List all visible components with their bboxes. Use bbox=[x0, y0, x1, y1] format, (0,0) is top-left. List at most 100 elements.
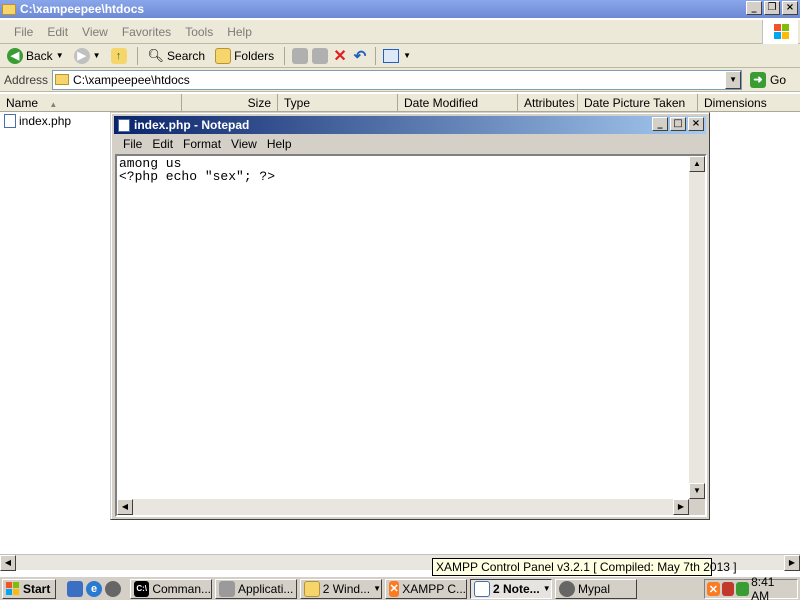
start-label: Start bbox=[23, 581, 51, 596]
xampp-tray-icon[interactable]: ✕ bbox=[707, 582, 720, 596]
taskbar-button-applications[interactable]: Applicati... bbox=[215, 578, 297, 599]
notepad-window: index.php - Notepad _ □ × File Edit Form… bbox=[110, 112, 710, 520]
taskbar-button-notepad[interactable]: 2 Note... ▼ bbox=[470, 578, 552, 599]
address-dropdown-button[interactable]: ▼ bbox=[725, 70, 742, 89]
search-button[interactable]: 🔍︎ Search bbox=[145, 46, 209, 66]
menu-help[interactable]: Help bbox=[221, 25, 258, 39]
taskbar-button-mypal[interactable]: Mypal bbox=[555, 578, 637, 599]
clock[interactable]: 8:41 AM bbox=[751, 575, 791, 600]
column-label: Dimensions bbox=[704, 96, 767, 110]
column-header-dimensions[interactable]: Dimensions bbox=[698, 94, 800, 112]
minimize-button[interactable]: _ bbox=[652, 117, 668, 131]
file-list: index.php bbox=[4, 113, 114, 129]
menu-edit[interactable]: Edit bbox=[147, 137, 178, 151]
views-icon[interactable] bbox=[383, 48, 400, 63]
taskbar: Start e C:\ Comman... Applicati... 2 Win… bbox=[0, 575, 800, 600]
chevron-down-icon[interactable]: ▼ bbox=[403, 51, 411, 60]
tray-app-icon[interactable] bbox=[721, 582, 735, 596]
delete-icon[interactable]: ✕ bbox=[332, 46, 348, 66]
scroll-left-button[interactable]: ◀ bbox=[117, 499, 133, 515]
folders-button[interactable]: Folders bbox=[212, 46, 277, 66]
taskbar-button-label: Mypal bbox=[578, 581, 611, 596]
scroll-down-button[interactable]: ▼ bbox=[689, 483, 705, 499]
windows-logo-icon bbox=[6, 581, 19, 595]
search-icon: 🔍︎ bbox=[147, 47, 165, 63]
column-header-attributes[interactable]: Attributes bbox=[518, 94, 578, 112]
explorer-titlebar[interactable]: C:\xampeepee\htdocs _ ❐ × bbox=[0, 0, 800, 18]
notepad-titlebar[interactable]: index.php - Notepad _ □ × bbox=[114, 116, 706, 134]
menu-edit[interactable]: Edit bbox=[41, 25, 74, 39]
taskbar-button-label: XAMPP C... bbox=[402, 581, 466, 596]
column-header-name[interactable]: Name ▲ bbox=[0, 94, 182, 112]
menu-view[interactable]: View bbox=[76, 25, 114, 39]
column-label: Date Picture Taken bbox=[584, 96, 686, 110]
system-tray: ✕ 8:41 AM bbox=[704, 575, 798, 600]
menu-help[interactable]: Help bbox=[262, 137, 297, 151]
tooltip: XAMPP Control Panel v3.2.1 [ Compiled: M… bbox=[432, 558, 737, 576]
scroll-right-button[interactable]: ▶ bbox=[673, 499, 689, 515]
close-button[interactable]: × bbox=[688, 117, 704, 131]
forward-button[interactable]: ▶ ▼ bbox=[71, 46, 104, 66]
folder-icon bbox=[55, 74, 70, 85]
address-bar: Address C:\xampeepee\htdocs ▼ ➜ Go bbox=[0, 68, 800, 92]
chevron-down-icon: ▼ bbox=[55, 51, 64, 60]
console-icon: C:\ bbox=[134, 580, 150, 597]
taskbar-button-command[interactable]: C:\ Comman... bbox=[130, 578, 212, 599]
toolbar-separator bbox=[284, 46, 286, 65]
column-header-type[interactable]: Type bbox=[278, 94, 398, 112]
go-button[interactable]: ➜ Go bbox=[750, 71, 786, 88]
windows-logo-icon bbox=[762, 20, 798, 44]
scroll-right-button[interactable]: ▶ bbox=[784, 555, 800, 571]
vertical-scrollbar[interactable]: ▲ ▼ bbox=[689, 156, 705, 499]
explorer-menubar: File Edit View Favorites Tools Help bbox=[0, 20, 800, 44]
menu-file[interactable]: File bbox=[8, 25, 39, 39]
scroll-left-button[interactable]: ◀ bbox=[0, 555, 16, 571]
move-to-icon[interactable] bbox=[292, 47, 309, 64]
restore-button[interactable]: ❐ bbox=[764, 1, 780, 15]
folder-icon bbox=[304, 580, 320, 597]
notepad-icon bbox=[474, 580, 490, 597]
up-folder-button[interactable]: ↑ bbox=[108, 46, 130, 66]
taskbar-button-label: 2 Note... bbox=[493, 581, 540, 596]
notepad-content[interactable]: among us <?php echo "sex"; ?> bbox=[119, 157, 275, 183]
explorer-toolbar: ◀ Back ▼ ▶ ▼ ↑ 🔍︎ Search Folders ✕ ↶ ▼ bbox=[0, 44, 800, 68]
size-grip[interactable] bbox=[689, 499, 705, 515]
back-arrow-icon: ◀ bbox=[7, 47, 23, 64]
up-folder-icon: ↑ bbox=[110, 47, 127, 64]
taskbar-button-label: 2 Wind... bbox=[322, 581, 371, 596]
menu-file[interactable]: File bbox=[118, 137, 147, 151]
taskbar-button-windows[interactable]: 2 Wind... ▼ bbox=[300, 578, 382, 599]
notepad-icon bbox=[118, 118, 130, 132]
file-name: index.php bbox=[19, 114, 72, 128]
column-headers: Name ▲ Size Type Date Modified Attribute… bbox=[0, 94, 800, 112]
menu-favorites[interactable]: Favorites bbox=[116, 25, 177, 39]
undo-icon[interactable]: ↶ bbox=[352, 47, 368, 65]
search-label: Search bbox=[167, 48, 206, 63]
notepad-text-area[interactable]: among us <?php echo "sex"; ?> ▲ ▼ ◀ ▶ bbox=[115, 154, 707, 517]
notepad-title: index.php - Notepad bbox=[134, 118, 250, 132]
internet-explorer-icon[interactable]: e bbox=[86, 580, 102, 597]
back-button[interactable]: ◀ Back ▼ bbox=[4, 46, 67, 66]
close-button[interactable]: × bbox=[782, 1, 798, 15]
back-label: Back bbox=[26, 48, 53, 63]
menu-tools[interactable]: Tools bbox=[179, 25, 219, 39]
sort-arrow-icon: ▲ bbox=[49, 100, 58, 109]
menu-format[interactable]: Format bbox=[178, 137, 226, 151]
scroll-up-button[interactable]: ▲ bbox=[689, 156, 705, 172]
column-label: Attributes bbox=[524, 96, 575, 110]
show-desktop-icon[interactable] bbox=[67, 580, 83, 597]
taskbar-button-xampp[interactable]: ✕ XAMPP C... bbox=[385, 578, 467, 599]
minimize-button[interactable]: _ bbox=[746, 1, 762, 15]
column-header-size[interactable]: Size bbox=[182, 94, 278, 112]
list-item[interactable]: index.php bbox=[4, 113, 114, 129]
mypal-quicklaunch-icon[interactable] bbox=[105, 580, 121, 597]
maximize-button[interactable]: □ bbox=[670, 117, 686, 131]
tray-network-icon[interactable] bbox=[736, 582, 750, 596]
horizontal-scrollbar[interactable]: ◀ ▶ bbox=[117, 499, 689, 515]
menu-view[interactable]: View bbox=[226, 137, 262, 151]
copy-to-icon[interactable] bbox=[312, 47, 329, 64]
column-header-date-modified[interactable]: Date Modified bbox=[398, 94, 518, 112]
address-input[interactable]: C:\xampeepee\htdocs ▼ bbox=[52, 69, 743, 90]
column-header-date-picture-taken[interactable]: Date Picture Taken bbox=[578, 94, 698, 112]
start-button[interactable]: Start bbox=[2, 578, 56, 599]
